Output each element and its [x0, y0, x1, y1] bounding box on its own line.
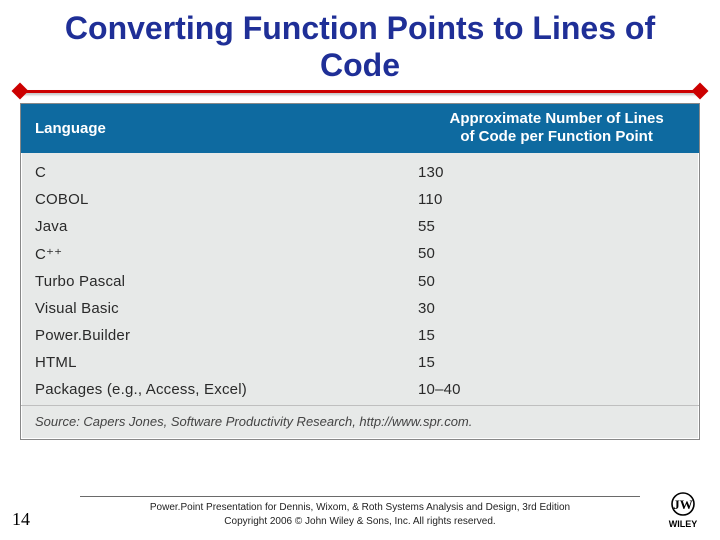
col-header-loc-line2: of Code per Function Point	[428, 128, 685, 147]
cell-loc: 55	[412, 218, 685, 235]
divider	[20, 90, 700, 93]
cell-language: COBOL	[35, 191, 412, 208]
table-body: C130 COBOL110 Java55 C⁺⁺50 Turbo Pascal5…	[21, 153, 699, 405]
table-row: Java55	[21, 213, 699, 240]
cell-language: Visual Basic	[35, 300, 412, 317]
table-row: Turbo Pascal50	[21, 268, 699, 295]
table-header: Language Approximate Number of Lines of …	[21, 104, 699, 154]
wiley-logo: JW WILEY	[660, 490, 706, 530]
cell-language: C⁺⁺	[35, 245, 412, 263]
svg-text:JW: JW	[673, 497, 693, 512]
table-row: Visual Basic30	[21, 295, 699, 322]
cell-loc: 130	[412, 164, 685, 181]
col-header-language: Language	[21, 104, 414, 154]
cell-loc: 110	[412, 191, 685, 208]
footer-line2: Copyright 2006 © John Wiley & Sons, Inc.…	[0, 515, 720, 529]
wiley-logo-text: WILEY	[669, 519, 698, 529]
cell-language: Packages (e.g., Access, Excel)	[35, 381, 412, 398]
cell-language: HTML	[35, 354, 412, 371]
footer-line1: Power.Point Presentation for Dennis, Wix…	[0, 501, 720, 515]
col-header-loc-line1: Approximate Number of Lines	[428, 110, 685, 129]
table-source: Source: Capers Jones, Software Productiv…	[21, 405, 699, 439]
cell-loc: 50	[412, 245, 685, 263]
table-row: C130	[21, 159, 699, 186]
loc-table: Language Approximate Number of Lines of …	[20, 103, 700, 441]
footer: Power.Point Presentation for Dennis, Wix…	[0, 496, 720, 528]
slide-title: Converting Function Points to Lines of C…	[0, 0, 720, 90]
cell-language: Power.Builder	[35, 327, 412, 344]
cell-loc: 10–40	[412, 381, 685, 398]
cell-language: Java	[35, 218, 412, 235]
page-number: 14	[12, 509, 30, 530]
cell-language: Turbo Pascal	[35, 273, 412, 290]
table-row: Power.Builder15	[21, 322, 699, 349]
col-header-loc: Approximate Number of Lines of Code per …	[414, 104, 699, 154]
footer-rule	[80, 496, 640, 497]
slide: Converting Function Points to Lines of C…	[0, 0, 720, 540]
cell-loc: 15	[412, 327, 685, 344]
cell-language: C	[35, 164, 412, 181]
divider-line	[20, 90, 700, 93]
table-row: COBOL110	[21, 186, 699, 213]
table-row: HTML15	[21, 349, 699, 376]
table-row: Packages (e.g., Access, Excel)10–40	[21, 376, 699, 403]
cell-loc: 15	[412, 354, 685, 371]
cell-loc: 50	[412, 273, 685, 290]
cell-loc: 30	[412, 300, 685, 317]
table-row: C⁺⁺50	[21, 240, 699, 268]
